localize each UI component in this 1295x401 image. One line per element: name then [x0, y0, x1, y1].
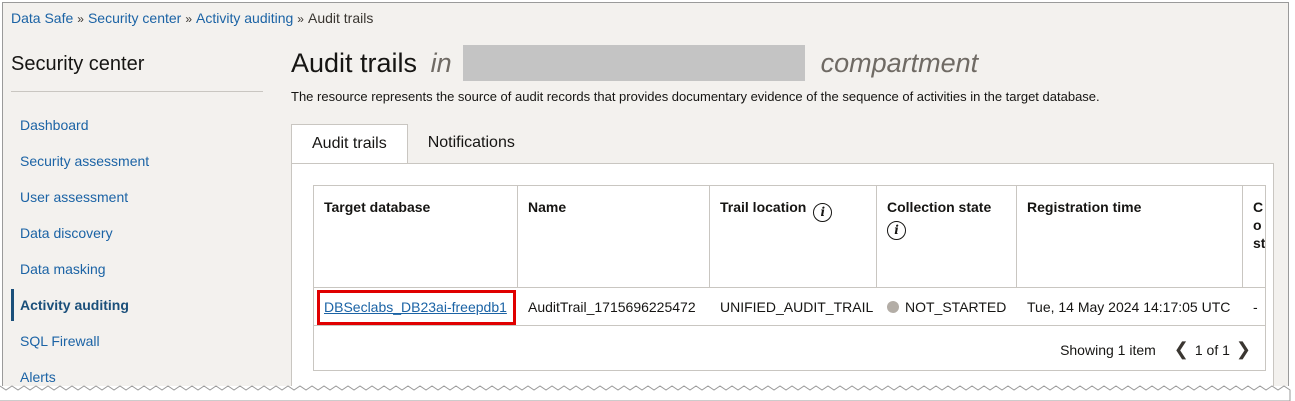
sidebar-nav: Dashboard Security assessment User asses…	[11, 107, 263, 386]
page-title-compartment: compartment	[820, 48, 979, 78]
sidebar-divider	[11, 91, 263, 92]
info-icon[interactable]: i	[813, 203, 833, 222]
cell-name: AuditTrail_1715696225472	[528, 299, 696, 315]
column-header-trail-location[interactable]: Trail location i	[710, 186, 877, 287]
column-header-collection-state[interactable]: Collection state i	[877, 186, 1017, 287]
app-window: Data Safe» Security center» Activity audit…	[2, 2, 1289, 386]
breadcrumb-separator: »	[185, 12, 193, 26]
collection-state-value: NOT_STARTED	[905, 299, 1007, 315]
breadcrumb-current: Audit trails	[307, 10, 374, 26]
sidebar-item-activity-auditing[interactable]: Activity auditing	[11, 287, 263, 323]
highlight-box	[317, 290, 516, 325]
sidebar-item-data-masking[interactable]: Data masking	[11, 251, 263, 287]
redacted-compartment-name	[463, 45, 806, 81]
audit-trails-table: Target database Name Trail location i Co…	[313, 185, 1266, 371]
table-header: Target database Name Trail location i Co…	[314, 186, 1265, 288]
sidebar-item-security-assessment[interactable]: Security assessment	[11, 143, 263, 179]
column-header-label: Name	[528, 199, 567, 215]
status-dot-icon	[887, 301, 899, 313]
column-header-label: Trail location	[720, 199, 807, 215]
column-header-target-database[interactable]: Target database	[314, 186, 518, 287]
cell-truncated: -	[1253, 299, 1258, 315]
column-header-registration-time[interactable]: Registration time	[1017, 186, 1243, 287]
cell-registration-time: Tue, 14 May 2024 14:17:05 UTC	[1027, 299, 1231, 315]
column-header-label: Target database	[324, 199, 431, 215]
page-title-in: in	[430, 48, 452, 78]
breadcrumb: Data Safe» Security center» Activity audit…	[11, 10, 373, 26]
column-header-name[interactable]: Name	[518, 186, 710, 287]
chevron-left-icon[interactable]: ❮	[1168, 339, 1195, 360]
column-header-label: Registration time	[1027, 199, 1142, 215]
tab-audit-trails[interactable]: Audit trails	[291, 124, 408, 165]
table-row: DBSeclabs_DB23ai-freepdb1 AuditTrail_171…	[314, 288, 1265, 326]
page-title: Audit trails in compartment	[291, 45, 978, 81]
pagination-page: 1 of 1	[1194, 341, 1230, 358]
sidebar-item-user-assessment[interactable]: User assessment	[11, 179, 263, 215]
breadcrumb-data-safe[interactable]: Data Safe	[11, 10, 73, 26]
column-header-truncated[interactable]: Co st	[1243, 186, 1266, 287]
pagination-summary: Showing 1 item	[1060, 341, 1156, 358]
page-title-text: Audit trails	[291, 48, 418, 78]
breadcrumb-activity-auditing[interactable]: Activity auditing	[196, 10, 293, 26]
column-header-label: Co st	[1253, 199, 1266, 251]
breadcrumb-separator: »	[77, 12, 84, 26]
sidebar-item-dashboard[interactable]: Dashboard	[11, 107, 263, 143]
page-description: The resource represents the source of au…	[291, 89, 1100, 104]
torn-edge	[0, 385, 1291, 401]
breadcrumb-separator: »	[297, 12, 304, 26]
sidebar-title: Security center	[11, 53, 145, 75]
sidebar-item-sql-firewall[interactable]: SQL Firewall	[11, 323, 263, 359]
chevron-right-icon[interactable]: ❯	[1230, 339, 1257, 360]
cell-trail-location: UNIFIED_AUDIT_TRAIL	[720, 299, 874, 315]
pagination: Showing 1 item ❮ 1 of 1 ❯	[1060, 339, 1257, 360]
sidebar-item-data-discovery[interactable]: Data discovery	[11, 215, 263, 251]
column-header-label: Collection state	[887, 199, 992, 215]
info-icon[interactable]: i	[887, 221, 906, 240]
tab-bar: Audit trails Notifications	[291, 124, 535, 165]
cell-collection-state: NOT_STARTED	[877, 288, 1017, 326]
tab-panel: Target database Name Trail location i Co…	[291, 163, 1274, 386]
tab-notifications[interactable]: Notifications	[408, 124, 535, 164]
breadcrumb-security-center[interactable]: Security center	[88, 10, 181, 26]
